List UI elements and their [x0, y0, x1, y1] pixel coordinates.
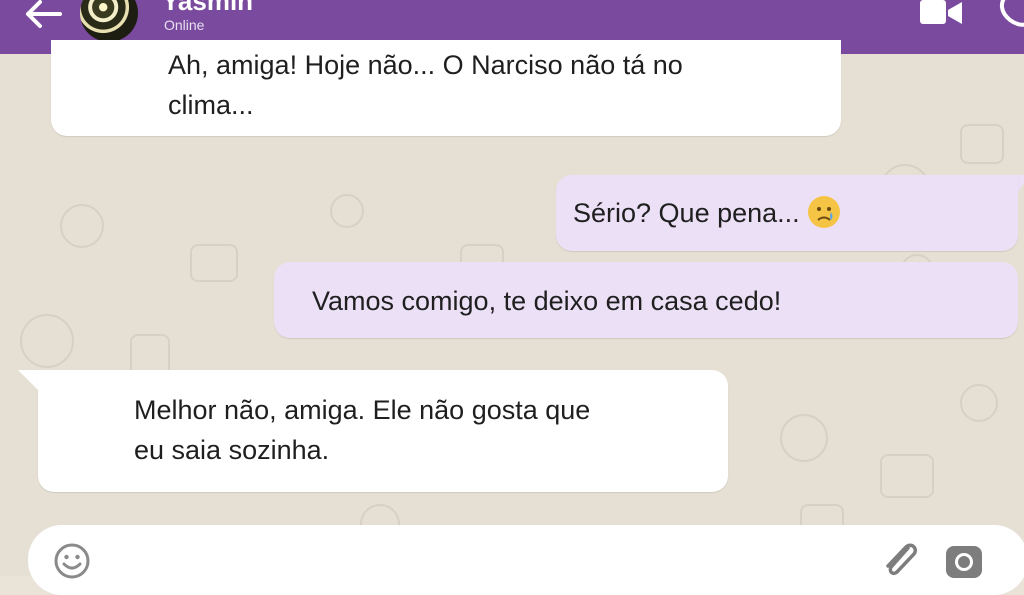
wallpaper-doodle — [960, 124, 1004, 164]
message-text: Vamos comigo, te deixo em casa cedo! — [312, 286, 782, 316]
sad-crying-face-icon — [807, 195, 840, 228]
message-bubble-incoming[interactable]: Ah, amiga! Hoje não... O Narciso não tá … — [51, 40, 841, 136]
contact-name[interactable]: Yasmin — [162, 0, 253, 17]
wallpaper-doodle — [60, 204, 104, 248]
message-bubble-outgoing[interactable]: Sério? Que pena... — [556, 175, 1018, 251]
message-line: Melhor não, amiga. Ele não gosta que — [134, 395, 591, 425]
contact-avatar[interactable] — [80, 0, 138, 42]
message-text: Melhor não, amiga. Ele não gosta que eu … — [134, 390, 714, 470]
wallpaper-doodle — [780, 414, 828, 462]
video-call-icon[interactable] — [918, 0, 964, 30]
wallpaper-doodle — [960, 384, 998, 422]
message-text: Sério? Que pena... — [573, 193, 840, 233]
message-line: eu saia sozinha. — [134, 435, 330, 465]
message-text: Ah, amiga! Hoje não... O Narciso não tá … — [168, 45, 808, 125]
phone-call-icon[interactable] — [996, 0, 1024, 30]
message-input[interactable] — [104, 538, 848, 578]
message-line: Ah, amiga! Hoje não... O Narciso não tá … — [168, 50, 683, 80]
sad-crying-face-icon-svg — [816, 206, 833, 221]
contact-status: Online — [164, 17, 205, 33]
emoji-icon[interactable] — [54, 543, 90, 579]
camera-icon[interactable] — [944, 542, 984, 580]
paperclip-icon[interactable] — [878, 540, 922, 580]
wallpaper-doodle — [20, 314, 74, 368]
message-bubble-incoming[interactable]: Melhor não, amiga. Ele não gosta que eu … — [38, 370, 728, 492]
back-arrow-icon[interactable] — [22, 0, 66, 34]
message-line: clima... — [168, 90, 254, 120]
wallpaper-doodle — [330, 194, 364, 228]
wallpaper-doodle — [190, 244, 238, 282]
message-line: Sério? Que pena... — [573, 198, 800, 228]
wallpaper-doodle — [880, 454, 934, 498]
bubble-tail — [18, 370, 40, 392]
message-bubble-outgoing[interactable]: Vamos comigo, te deixo em casa cedo! — [274, 262, 1018, 338]
